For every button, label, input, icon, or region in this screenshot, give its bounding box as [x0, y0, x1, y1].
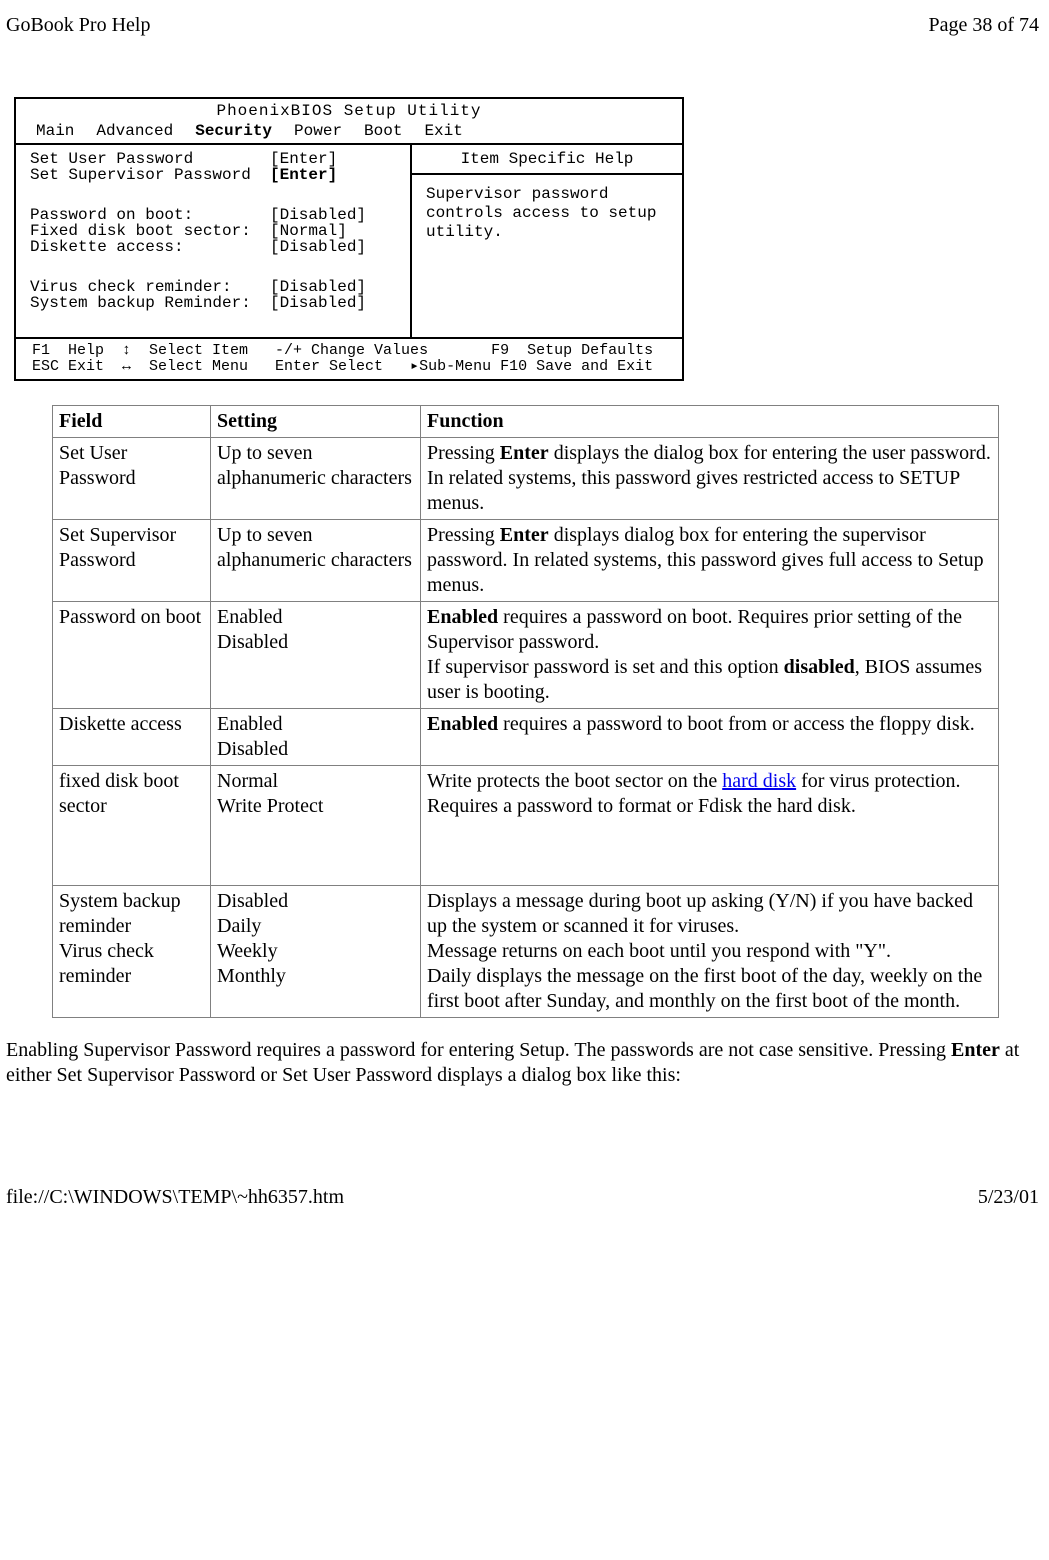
cell-function: Write protects the boot sector on the ha…	[421, 765, 999, 885]
page-header: GoBook Pro Help Page 38 of 74	[0, 14, 1049, 37]
bios-field-label: Password on boot:	[30, 207, 270, 223]
bios-menu-security: Security	[195, 123, 272, 139]
th-field: Field	[53, 405, 211, 437]
bios-field-value: [Disabled]	[270, 279, 366, 295]
bios-field-row: Fixed disk boot sector:[Normal]	[30, 223, 398, 239]
bios-title: PhoenixBIOS Setup Utility	[16, 99, 682, 121]
cell-field: fixed disk boot sector	[53, 765, 211, 885]
page-footer: file://C:\WINDOWS\TEMP\~hh6357.htm 5/23/…	[0, 1186, 1049, 1219]
bios-menu-exit: Exit	[424, 123, 462, 139]
th-setting: Setting	[211, 405, 421, 437]
bottom-paragraph: Enabling Supervisor Password requires a …	[6, 1038, 1039, 1088]
cell-setting: NormalWrite Protect	[211, 765, 421, 885]
th-function: Function	[421, 405, 999, 437]
bios-field-value: [Disabled]	[270, 295, 366, 311]
bios-field-row: System backup Reminder:[Disabled]	[30, 295, 398, 311]
table-row: Password on bootEnabledDisabledEnabled r…	[53, 601, 999, 708]
doc-title: GoBook Pro Help	[6, 14, 150, 37]
cell-field: Set Supervisor Password	[53, 519, 211, 601]
bios-field-row: Diskette access:[Disabled]	[30, 239, 398, 255]
bios-field-value: [Enter]	[270, 167, 337, 183]
cell-function: Displays a message during boot up asking…	[421, 885, 999, 1017]
bios-footer-l1: F1 Help ↕ Select Item -/+ Change Values …	[32, 342, 653, 359]
bios-menu-power: Power	[294, 123, 342, 139]
cell-setting: Up to seven alphanumeric characters	[211, 437, 421, 519]
cell-field: System backup reminderVirus check remind…	[53, 885, 211, 1017]
bios-field-row: Virus check reminder:[Disabled]	[30, 279, 398, 295]
cell-field: Set User Password	[53, 437, 211, 519]
bios-screenshot: PhoenixBIOS Setup Utility Main Advanced …	[14, 97, 684, 381]
bios-field-value: [Normal]	[270, 223, 347, 239]
bios-menu-advanced: Advanced	[96, 123, 173, 139]
bios-field-value: [Disabled]	[270, 239, 366, 255]
bios-menu-main: Main	[36, 123, 74, 139]
bios-field-label: Diskette access:	[30, 239, 270, 255]
bios-field-row: Set Supervisor Password[Enter]	[30, 167, 398, 183]
bios-field-label: Fixed disk boot sector:	[30, 223, 270, 239]
fields-table: Field Setting Function Set User Password…	[52, 405, 999, 1018]
cell-function: Enabled requires a password on boot. Req…	[421, 601, 999, 708]
file-path: file://C:\WINDOWS\TEMP\~hh6357.htm	[6, 1186, 344, 1209]
bios-field-label: System backup Reminder:	[30, 295, 270, 311]
bios-left-panel: Set User Password[Enter]Set Supervisor P…	[16, 145, 412, 337]
table-row: System backup reminderVirus check remind…	[53, 885, 999, 1017]
bios-field-value: [Enter]	[270, 151, 337, 167]
bios-field-label: Set User Password	[30, 151, 270, 167]
cell-function: Pressing Enter displays the dialog box f…	[421, 437, 999, 519]
bios-field-row: Set User Password[Enter]	[30, 151, 398, 167]
bios-footer-l2: ESC Exit ↔ Select Menu Enter Select ▸Sub…	[32, 358, 653, 375]
cell-setting: DisabledDailyWeeklyMonthly	[211, 885, 421, 1017]
bios-field-value: [Disabled]	[270, 207, 366, 223]
table-row: Diskette accessEnabledDisabledEnabled re…	[53, 708, 999, 765]
table-row: fixed disk boot sectorNormalWrite Protec…	[53, 765, 999, 885]
bios-right-panel: Item Specific Help Supervisor password c…	[412, 145, 682, 337]
cell-function: Pressing Enter displays dialog box for e…	[421, 519, 999, 601]
cell-function: Enabled requires a password to boot from…	[421, 708, 999, 765]
cell-setting: EnabledDisabled	[211, 601, 421, 708]
page-number: Page 38 of 74	[928, 14, 1039, 37]
table-row: Set Supervisor PasswordUp to seven alpha…	[53, 519, 999, 601]
bios-field-row: Password on boot:[Disabled]	[30, 207, 398, 223]
table-header-row: Field Setting Function	[53, 405, 999, 437]
bios-help-title: Item Specific Help	[412, 145, 682, 175]
cell-setting: Up to seven alphanumeric characters	[211, 519, 421, 601]
bios-footer: F1 Help ↕ Select Item -/+ Change Values …	[16, 339, 682, 379]
footer-date: 5/23/01	[978, 1186, 1039, 1209]
bios-body: Set User Password[Enter]Set Supervisor P…	[16, 145, 682, 339]
cell-field: Password on boot	[53, 601, 211, 708]
bios-field-label: Set Supervisor Password	[30, 167, 270, 183]
bios-menu-boot: Boot	[364, 123, 402, 139]
bios-menubar: Main Advanced Security Power Boot Exit	[16, 121, 682, 145]
cell-field: Diskette access	[53, 708, 211, 765]
bios-field-label: Virus check reminder:	[30, 279, 270, 295]
cell-setting: EnabledDisabled	[211, 708, 421, 765]
table-row: Set User PasswordUp to seven alphanumeri…	[53, 437, 999, 519]
bios-help-body: Supervisor password controls access to s…	[412, 175, 682, 253]
hard-disk-link[interactable]: hard disk	[722, 770, 796, 792]
